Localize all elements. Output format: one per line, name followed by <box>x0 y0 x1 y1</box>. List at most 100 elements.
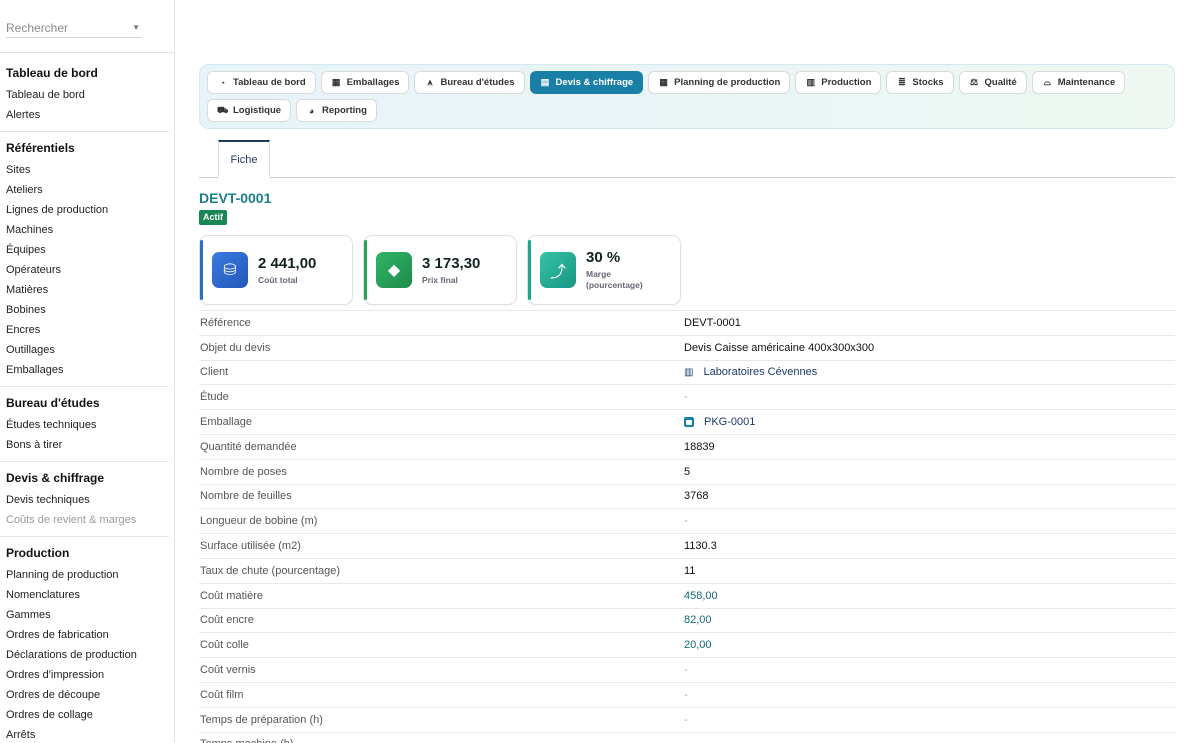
sidebar-item[interactable]: Matières <box>0 280 169 300</box>
module-button[interactable]: ≣ Stocks <box>886 71 954 94</box>
field-row: Coût matière 458,00 <box>199 582 1175 608</box>
sidebar-item[interactable]: Bobines <box>0 300 169 320</box>
field-row: Coût colle 20,00 <box>199 632 1175 657</box>
field-value-text: 458,00 <box>684 589 718 602</box>
module-label: Bureau d'études <box>440 77 515 88</box>
module-button[interactable]: ◔ Tableau de bord <box>207 71 316 94</box>
clipboard-icon: ▥ <box>806 77 815 87</box>
packaging-link[interactable]: PKG-0001 <box>684 416 755 428</box>
nav-group-title: Référentiels <box>6 141 75 155</box>
field-value-text: 20,00 <box>684 639 712 652</box>
field-value-text: Devis Caisse américaine 400x300x300 <box>684 341 875 354</box>
sidebar-item[interactable]: Déclarations de production <box>0 645 169 665</box>
kpi-text: 30 % Marge (pourcentage) <box>586 249 654 291</box>
field-row: Temps de préparation (h) - <box>199 706 1175 732</box>
sidebar-item[interactable]: Ordres de découpe <box>0 685 169 705</box>
calendar-icon: ▦ <box>659 77 668 87</box>
field-label: Coût encre <box>200 614 254 627</box>
module-button[interactable]: ▦ Planning de production <box>648 71 791 94</box>
gauge-icon: ◔ <box>219 77 226 88</box>
field-value: 458,00 <box>684 590 718 602</box>
sidebar-item[interactable]: Nomenclatures <box>0 585 169 605</box>
field-label: Coût colle <box>200 639 249 652</box>
search-placeholder: Rechercher <box>6 20 69 35</box>
module-button[interactable]: ⌓ Maintenance <box>1031 71 1126 94</box>
module-label: Emballages <box>346 77 400 88</box>
field-row: Longueur de bobine (m) - <box>199 508 1175 533</box>
truck-icon: ⛟ <box>217 104 229 115</box>
sidebar-item[interactable]: Outillages <box>0 340 169 360</box>
field-row: Coût encre 82,00 <box>199 607 1175 633</box>
field-value: - <box>684 391 688 403</box>
kpi-card: ⛁ 2 441,00 Coût total <box>199 235 353 305</box>
sidebar-item[interactable]: Lignes de production <box>0 200 169 220</box>
module-button[interactable]: ▤ Devis & chiffrage <box>529 71 644 94</box>
sidebar-item[interactable]: Alertes <box>0 105 169 125</box>
field-value: 82,00 <box>684 614 712 626</box>
kpi-text: 2 441,00 Coût total <box>258 255 316 286</box>
sidebar-item[interactable]: Équipes <box>0 240 169 260</box>
sidebar-item[interactable]: Ordres d'impression <box>0 665 169 685</box>
sidebar-item[interactable]: Opérateurs <box>0 260 169 280</box>
field-row: Référence DEVT-0001 <box>199 310 1175 335</box>
chevron-down-icon[interactable]: ▼ <box>132 23 140 32</box>
quality-icon: ⚖ <box>970 77 979 87</box>
module-label: Logistique <box>233 105 282 116</box>
sidebar-item[interactable]: Ordres de collage <box>0 705 169 725</box>
client-link[interactable]: ▥ Laboratoires Cévennes <box>684 366 817 378</box>
field-row: Temps machine (h) <box>199 731 1175 743</box>
module-button[interactable]: ▥ Production <box>795 71 882 94</box>
sidebar-item[interactable]: Devis techniques <box>0 490 169 510</box>
sidebar-item[interactable]: Bons à tirer <box>0 435 169 455</box>
field-label: Temps machine (h) <box>199 738 684 743</box>
module-label: Devis & chiffrage <box>555 77 634 88</box>
sidebar-item[interactable]: Études techniques <box>0 415 169 435</box>
tab-fiche[interactable]: Fiche <box>218 140 270 178</box>
field-value-text: Laboratoires Cévennes <box>703 366 818 379</box>
field-value-text: - <box>684 688 688 701</box>
field-value-text: - <box>684 391 688 404</box>
module-button[interactable]: ▦ Emballages <box>320 71 410 94</box>
sidebar-item[interactable]: Encres <box>0 320 169 340</box>
nav-group-title: Devis & chiffrage <box>6 471 105 485</box>
status-badge: Actif <box>199 210 227 225</box>
nav-group-title: Tableau de bord <box>6 66 98 80</box>
field-row: Quantité demandée 18839 <box>199 433 1175 459</box>
sidebar-item[interactable]: Tableau de bord <box>0 85 169 105</box>
sidebar-item[interactable]: Ordres de fabrication <box>0 625 169 645</box>
kpi-card: ◆ 3 173,30 Prix final <box>363 235 517 305</box>
field-value: 5 <box>684 466 690 478</box>
sidebar-item[interactable]: Planning de production <box>0 565 169 585</box>
kpi-value: 2 441,00 <box>258 254 317 272</box>
module-button[interactable]: ⚖ Qualité <box>958 71 1027 94</box>
module-button[interactable]: ⩚ Bureau d'études <box>414 71 525 94</box>
field-value-text: 18839 <box>684 440 715 453</box>
sidebar-item[interactable]: Emballages <box>0 360 169 380</box>
module-button[interactable]: ⛟ Logistique <box>207 99 292 122</box>
field-row: Nombre de feuilles 3768 <box>199 483 1175 509</box>
sidebar-item[interactable]: Ateliers <box>0 180 169 200</box>
field-value: - <box>684 714 688 726</box>
field-row: Étude - <box>199 384 1175 409</box>
search-input[interactable]: Rechercher ▼ <box>6 18 142 38</box>
sidebar-item[interactable]: Machines <box>0 220 169 240</box>
field-value-text: DEVT-0001 <box>684 316 741 329</box>
field-row: Coût film - <box>199 681 1175 707</box>
module-button[interactable]: ◕ Reporting <box>296 99 377 122</box>
warehouse-icon: ≣ <box>898 77 906 87</box>
module-label: Planning de production <box>674 77 781 88</box>
field-row: Coût vernis - <box>199 657 1175 682</box>
field-value: - <box>684 515 688 527</box>
kpi-label: Prix final <box>422 274 458 285</box>
field-label: Nombre de poses <box>200 465 287 478</box>
sidebar-item[interactable]: Arrêts <box>0 725 169 743</box>
tag-icon: ◆ <box>376 252 412 288</box>
module-label: Maintenance <box>1057 77 1116 88</box>
sidebar-item[interactable]: Gammes <box>0 605 169 625</box>
field-value-text: 11 <box>684 564 696 577</box>
field-value-text: 82,00 <box>684 614 712 627</box>
sidebar-item[interactable]: Sites <box>0 160 169 180</box>
field-value-text: 5 <box>684 465 691 478</box>
field-value-text: - <box>684 713 688 726</box>
sidebar-item[interactable]: Coûts de revient & marges <box>0 510 169 530</box>
